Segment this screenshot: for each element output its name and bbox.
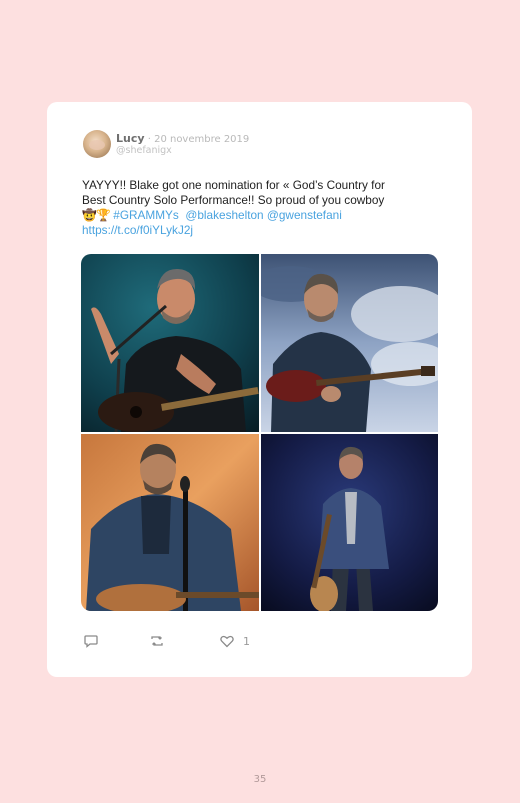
- tweet-text-line-2: Best Country Solo Performance!! So proud…: [82, 193, 385, 207]
- author-handle[interactable]: @shefanigx: [116, 145, 172, 156]
- avatar[interactable]: [83, 130, 111, 158]
- reply-button[interactable]: [83, 632, 99, 650]
- tweet-url-link[interactable]: https://t.co/f0iYLykJ2j: [82, 223, 193, 237]
- tweet-text-line-3: 🤠🏆 #GRAMMYs @blakeshelton @gwenstefani: [82, 208, 442, 223]
- retweet-icon: [151, 636, 163, 646]
- mention-link-blakeshelton[interactable]: @blakeshelton: [185, 208, 263, 222]
- photo-grid: [81, 254, 438, 611]
- tweet-date: · 20 novembre 2019: [147, 134, 250, 145]
- cowboy-emoji-icon: 🤠: [82, 208, 97, 222]
- like-button[interactable]: 1: [219, 632, 250, 650]
- tweet-card: Lucy · 20 novembre 2019 @shefanigx YAYYY…: [47, 102, 472, 677]
- tweet-text: YAYYY!! Blake got one nomination for « G…: [82, 178, 442, 238]
- tweet-header: Lucy · 20 novembre 2019: [116, 132, 249, 145]
- tweet-text-line-1: YAYYY!! Blake got one nomination for « G…: [82, 178, 385, 192]
- heart-icon: [220, 635, 234, 648]
- photo-4[interactable]: [261, 434, 438, 611]
- photo-2[interactable]: [261, 254, 438, 432]
- photo-1[interactable]: [81, 254, 259, 432]
- reply-icon: [84, 635, 98, 648]
- retweet-button[interactable]: [149, 632, 165, 650]
- page-number: 35: [253, 774, 267, 785]
- tweet-text-line-4: https://t.co/f0iYLykJ2j: [82, 223, 442, 238]
- mention-link-gwenstefani[interactable]: @gwenstefani: [267, 208, 342, 222]
- trophy-emoji-icon: 🏆: [96, 208, 111, 222]
- like-count: 1: [243, 634, 250, 648]
- tweet-actions: 1: [83, 632, 383, 652]
- photo-3[interactable]: [81, 434, 259, 611]
- hashtag-link[interactable]: #GRAMMYs: [113, 208, 179, 222]
- author-name[interactable]: Lucy: [116, 132, 145, 145]
